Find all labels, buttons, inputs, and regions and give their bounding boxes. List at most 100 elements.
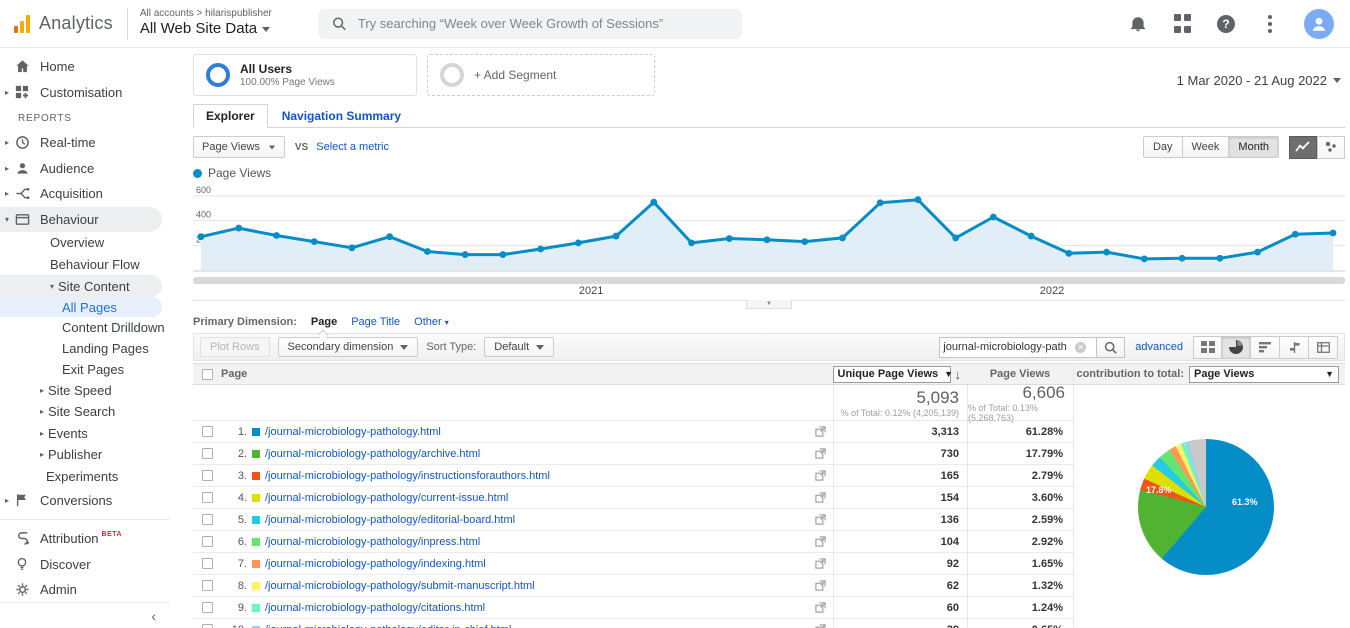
- page-link[interactable]: /journal-microbiology-pathology/current-…: [265, 492, 508, 504]
- row-checkbox[interactable]: [201, 514, 213, 525]
- comparison-view-button[interactable]: [1280, 335, 1309, 359]
- select-all-checkbox[interactable]: [201, 368, 213, 380]
- pivot-view-button[interactable]: [1309, 335, 1338, 359]
- tab-explorer[interactable]: Explorer: [193, 104, 268, 128]
- contribution-metric-select[interactable]: Page Views ▼: [1189, 365, 1339, 383]
- primary-dimension-other[interactable]: Other ▾: [414, 316, 449, 328]
- sidebar-item-conversions[interactable]: ▸ Conversions: [0, 487, 162, 513]
- performance-bars-view-button[interactable]: [1251, 335, 1280, 359]
- row-checkbox[interactable]: [201, 536, 213, 547]
- advanced-search-link[interactable]: advanced: [1135, 341, 1183, 353]
- analytics-logo[interactable]: Analytics: [0, 13, 127, 34]
- account-switcher[interactable]: All accounts > hilarispublisher All Web …: [128, 8, 272, 39]
- sidebar-item-publisher[interactable]: ▸ Publisher: [0, 444, 162, 466]
- table-search-button[interactable]: [1097, 336, 1126, 358]
- page-link[interactable]: /journal-microbiology-pathology/citation…: [265, 602, 485, 614]
- avatar[interactable]: [1304, 8, 1334, 39]
- clear-search-icon[interactable]: ✕: [1075, 341, 1087, 353]
- sidebar-item-customisation[interactable]: ▸ Customisation: [0, 80, 162, 106]
- percentage-pie-view-button[interactable]: [1222, 335, 1251, 359]
- sidebar-item-admin[interactable]: Admin: [0, 577, 162, 603]
- row-checkbox[interactable]: [201, 470, 213, 481]
- sidebar-item-discover[interactable]: Discover: [0, 551, 162, 577]
- sort-type-dropdown[interactable]: Default: [484, 337, 555, 357]
- sidebar-item-landing-pages[interactable]: Landing Pages: [0, 338, 162, 359]
- open-in-new-icon[interactable]: [807, 470, 833, 481]
- page-link[interactable]: /journal-microbiology-pathology/archive.…: [265, 448, 480, 460]
- row-checkbox[interactable]: [201, 602, 213, 613]
- sidebar-item-acquisition[interactable]: ▸ Acquisition: [0, 181, 162, 207]
- chart-collapse-tab[interactable]: ▼: [745, 300, 792, 309]
- table-search-field[interactable]: ✕: [939, 336, 1098, 358]
- sidebar-item-site-speed[interactable]: ▸ Site Speed: [0, 379, 162, 401]
- page-link[interactable]: /journal-microbiology-pathology.html: [265, 426, 441, 438]
- row-checkbox[interactable]: [201, 492, 213, 503]
- line-chart-view-button[interactable]: [1289, 135, 1317, 159]
- sidebar-item-experiments[interactable]: Experiments: [0, 466, 162, 488]
- page-link[interactable]: /journal-microbiology-pathology/submit-m…: [265, 580, 535, 592]
- open-in-new-icon[interactable]: [807, 514, 833, 525]
- global-search[interactable]: [317, 8, 742, 39]
- open-in-new-icon[interactable]: [807, 536, 833, 547]
- row-checkbox[interactable]: [201, 558, 213, 569]
- row-checkbox[interactable]: [201, 448, 213, 459]
- row-checkbox[interactable]: [201, 580, 213, 591]
- contribution-pie-chart[interactable]: [1138, 439, 1274, 575]
- sidebar-item-realtime[interactable]: ▸ Real-time: [0, 130, 162, 156]
- sidebar-item-events[interactable]: ▸ Events: [0, 423, 162, 445]
- select-a-metric-link[interactable]: Select a metric: [316, 141, 389, 153]
- open-in-new-icon[interactable]: [807, 624, 833, 628]
- sidebar-item-overview[interactable]: Overview: [0, 232, 162, 254]
- primary-dimension-page-title[interactable]: Page Title: [351, 316, 400, 328]
- sidebar-item-home[interactable]: Home: [0, 54, 162, 80]
- page-views-pct-value: 2.79%: [967, 465, 1073, 486]
- sidebar-item-all-pages[interactable]: All Pages: [0, 296, 162, 318]
- open-in-new-icon[interactable]: [807, 602, 833, 613]
- open-in-new-icon[interactable]: [807, 558, 833, 569]
- open-in-new-icon[interactable]: [807, 426, 833, 437]
- chart-scrollbar[interactable]: [193, 277, 1345, 284]
- sort-descending-icon[interactable]: ↓: [955, 367, 962, 382]
- motion-chart-view-button[interactable]: [1317, 135, 1345, 159]
- date-range-selector[interactable]: 1 Mar 2020 - 21 Aug 2022: [1177, 62, 1345, 98]
- sidebar-item-site-content[interactable]: ▾ Site Content: [0, 275, 162, 297]
- granularity-month-button[interactable]: Month: [1229, 136, 1279, 158]
- page-link[interactable]: /journal-microbiology-pathology/indexing…: [265, 558, 486, 570]
- granularity-day-button[interactable]: Day: [1142, 136, 1183, 158]
- help-icon[interactable]: ?: [1216, 14, 1236, 34]
- granularity-week-button[interactable]: Week: [1182, 136, 1230, 158]
- open-in-new-icon[interactable]: [807, 448, 833, 459]
- table-search-input[interactable]: [943, 341, 1076, 353]
- page-link[interactable]: /journal-microbiology-pathology/editoria…: [265, 514, 515, 526]
- sidebar-item-behaviour-flow[interactable]: Behaviour Flow: [0, 254, 162, 276]
- open-in-new-icon[interactable]: [807, 492, 833, 503]
- sidebar-item-attribution[interactable]: Attribution BETA: [0, 526, 162, 552]
- page-link[interactable]: /journal-microbiology-pathology/editor-i…: [265, 624, 511, 628]
- page-link[interactable]: /journal-microbiology-pathology/instruct…: [265, 470, 550, 482]
- metric-dropdown[interactable]: Page Views: [193, 136, 285, 158]
- sidebar-item-behaviour[interactable]: ▾ Behaviour: [0, 206, 162, 233]
- tab-navigation-summary[interactable]: Navigation Summary: [268, 105, 415, 127]
- page-link[interactable]: /journal-microbiology-pathology/inpress.…: [265, 536, 480, 548]
- sidebar-item-exit-pages[interactable]: Exit Pages: [0, 359, 162, 380]
- data-table-view-button[interactable]: [1193, 335, 1222, 359]
- open-in-new-icon[interactable]: [807, 580, 833, 591]
- secondary-dimension-dropdown[interactable]: Secondary dimension: [277, 337, 419, 357]
- segment-all-users[interactable]: All Users 100.00% Page Views: [193, 54, 417, 96]
- sidebar-item-site-search[interactable]: ▸ Site Search: [0, 401, 162, 423]
- line-chart-plot[interactable]: 200400600: [193, 182, 1345, 276]
- notifications-bell-icon[interactable]: [1128, 14, 1148, 34]
- table-row: 7. /journal-microbiology-pathology/index…: [193, 553, 1073, 575]
- sidebar-item-audience[interactable]: ▸ Audience: [0, 156, 162, 182]
- plot-rows-button[interactable]: Plot Rows: [200, 337, 270, 357]
- more-vertical-icon[interactable]: [1260, 14, 1280, 34]
- search-input[interactable]: [357, 16, 728, 31]
- apps-grid-icon[interactable]: [1172, 14, 1192, 34]
- add-segment-button[interactable]: + Add Segment: [427, 54, 655, 96]
- unique-page-views-select[interactable]: Unique Page Views ▼: [832, 365, 953, 383]
- row-checkbox[interactable]: [201, 624, 213, 628]
- sidebar-item-content-drilldown[interactable]: Content Drilldown: [0, 317, 165, 338]
- sidebar-collapse-button[interactable]: ‹: [0, 602, 170, 628]
- primary-dimension-page[interactable]: Page: [311, 316, 337, 328]
- row-checkbox[interactable]: [201, 426, 213, 437]
